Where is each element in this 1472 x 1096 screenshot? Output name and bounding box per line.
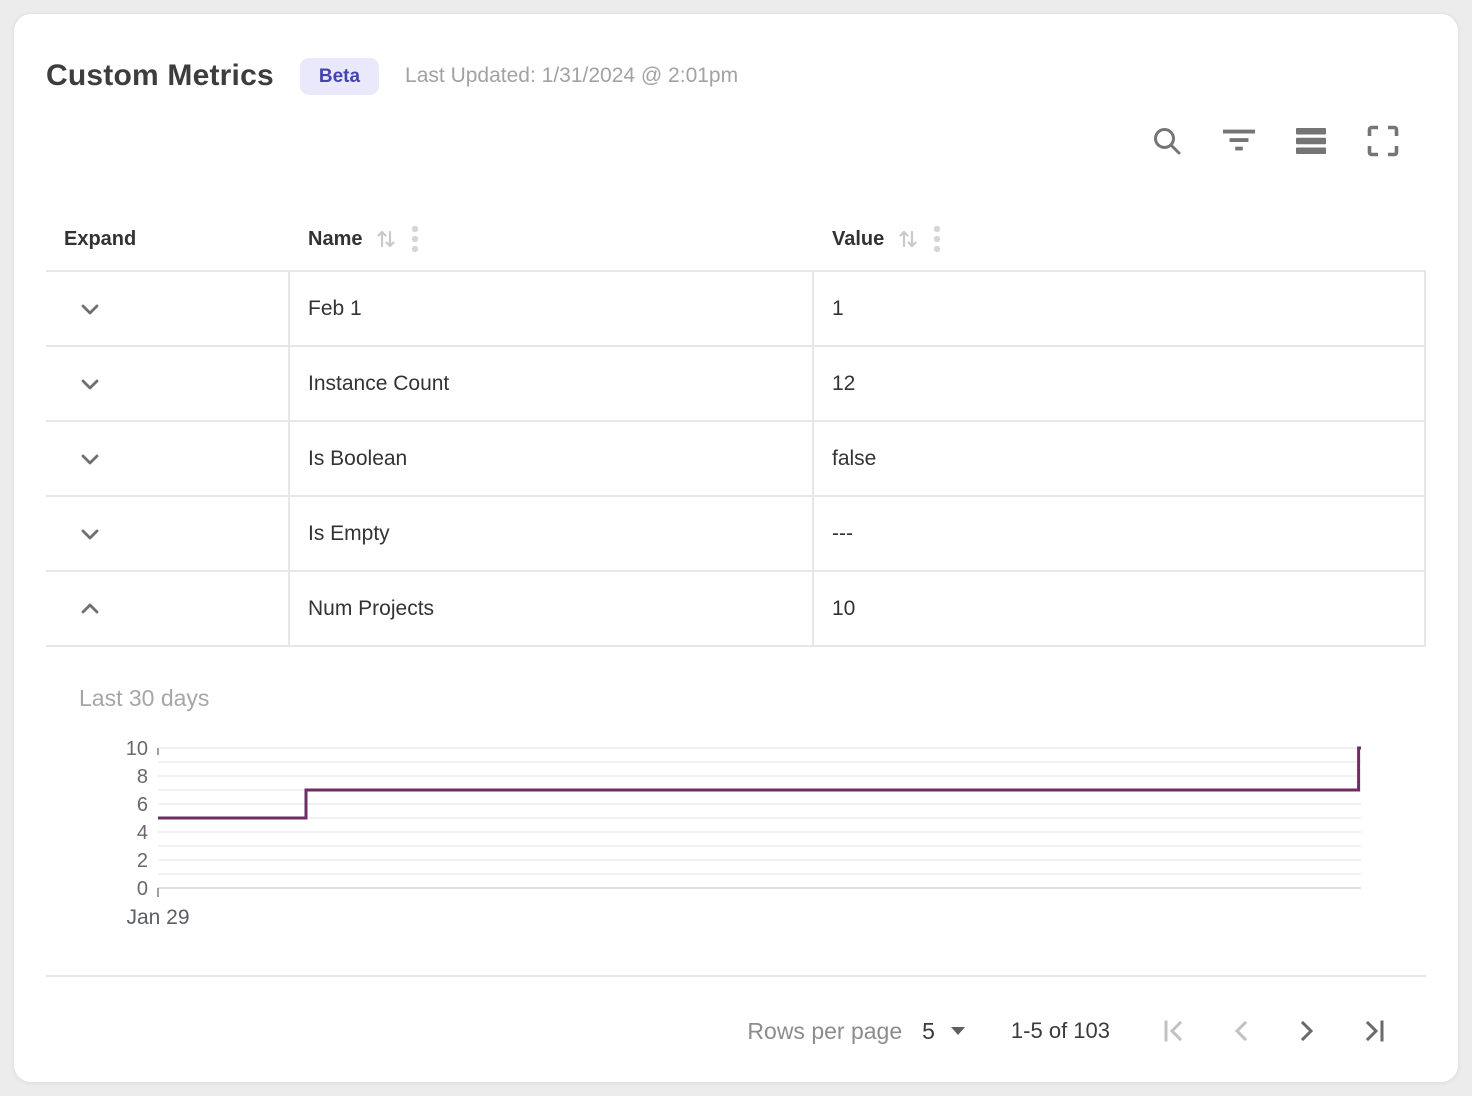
chart-gridlines [158,748,1361,888]
table-row: Instance Count 12 [46,347,1426,422]
caret-down-icon [951,1027,965,1035]
row-detail-panel: Last 30 days 10 8 6 4 2 0 Jan 29 [46,647,1426,975]
custom-metrics-card: Custom Metrics Beta Last Updated: 1/31/2… [13,13,1459,1083]
grid-toolbar [46,120,1400,162]
column-header-value[interactable]: Value [814,224,1426,254]
pagination-range-label: 1-5 of 103 [1011,1018,1110,1044]
column-label-name[interactable]: Name [308,228,362,251]
y-tick-label: 6 [137,794,148,816]
metric-value: 10 [832,597,855,621]
expand-cell [46,422,290,495]
expand-cell [46,572,290,645]
column-menu-icon[interactable] [932,224,942,254]
next-page-button[interactable] [1284,1008,1330,1054]
search-button[interactable] [1150,124,1184,158]
table-row: Feb 1 1 [46,272,1426,347]
grid-body: Feb 1 1 Instance Count 12 Is Boo [46,270,1426,647]
value-cell: --- [814,497,1426,570]
column-label-value[interactable]: Value [832,228,884,251]
chevron-down-icon [76,295,104,323]
collapse-row-button[interactable] [76,595,104,623]
column-header-expand: Expand [46,228,290,251]
column-menu-icon[interactable] [410,224,420,254]
y-tick-label: 10 [126,738,148,760]
search-icon [1151,125,1183,157]
table-row-expanded: Num Projects 10 [46,572,1426,647]
chevron-right-icon [1292,1016,1322,1046]
chart-step-line [158,748,1361,818]
beta-badge: Beta [300,58,379,95]
rows-per-page-value[interactable]: 5 [922,1018,935,1045]
grid-footer: Rows per page 5 1-5 of 103 [46,975,1426,1083]
expand-row-button[interactable] [76,370,104,398]
sort-icon[interactable] [374,227,398,251]
value-cell: false [814,422,1426,495]
name-cell: Is Boolean [290,422,814,495]
value-cell: 1 [814,272,1426,345]
column-header-name[interactable]: Name [290,224,814,254]
name-cell: Is Empty [290,497,814,570]
page-title: Custom Metrics [46,59,274,93]
metric-name: Is Empty [308,522,390,546]
sort-icon[interactable] [896,227,920,251]
step-line-chart: 10 8 6 4 2 0 Jan 29 [46,734,1428,934]
rows-per-page-select[interactable]: 5 [922,1018,965,1045]
filter-button[interactable] [1222,124,1256,158]
y-tick-label: 2 [137,850,148,872]
metric-name: Feb 1 [308,297,362,321]
last-updated-text: Last Updated: 1/31/2024 @ 2:01pm [405,64,738,88]
metric-value: 12 [832,372,855,396]
filter-icon [1222,127,1256,155]
chevron-down-icon [76,370,104,398]
y-tick-label: 8 [137,766,148,788]
expand-row-button[interactable] [76,520,104,548]
expand-cell [46,497,290,570]
y-tick-label: 0 [137,878,148,900]
last-page-icon [1358,1016,1388,1046]
name-cell: Num Projects [290,572,814,645]
chevron-down-icon [76,445,104,473]
rows-per-page-label: Rows per page [747,1018,902,1045]
first-page-icon [1160,1016,1190,1046]
metric-value: false [832,447,876,471]
table-row: Is Empty --- [46,497,1426,572]
column-label-expand: Expand [64,228,136,251]
chevron-down-icon [76,520,104,548]
chevron-left-icon [1226,1016,1256,1046]
metric-name: Num Projects [308,597,434,621]
last-page-button[interactable] [1350,1008,1396,1054]
density-button[interactable] [1294,124,1328,158]
name-cell: Feb 1 [290,272,814,345]
expand-cell [46,347,290,420]
density-icon [1295,127,1327,155]
first-page-button [1152,1008,1198,1054]
metric-name: Instance Count [308,372,449,396]
metric-name: Is Boolean [308,447,407,471]
fullscreen-icon [1367,125,1399,157]
fullscreen-button[interactable] [1366,124,1400,158]
data-grid: Expand Name Value [46,208,1426,1083]
metric-value: 1 [832,297,844,321]
expand-row-button[interactable] [76,445,104,473]
metric-chart: 10 8 6 4 2 0 Jan 29 [46,734,1426,934]
x-tick-label: Jan 29 [126,906,189,929]
metric-value: --- [832,522,853,546]
name-cell: Instance Count [290,347,814,420]
y-tick-label: 4 [137,822,148,844]
table-row: Is Boolean false [46,422,1426,497]
pagination-controls [1152,1008,1396,1054]
chart-title: Last 30 days [79,685,1426,712]
value-cell: 12 [814,347,1426,420]
expand-row-button[interactable] [76,295,104,323]
title-row: Custom Metrics Beta Last Updated: 1/31/2… [46,50,1426,102]
value-cell: 10 [814,572,1426,645]
previous-page-button [1218,1008,1264,1054]
expand-cell [46,272,290,345]
grid-header-row: Expand Name Value [46,208,1426,270]
chevron-up-icon [76,595,104,623]
